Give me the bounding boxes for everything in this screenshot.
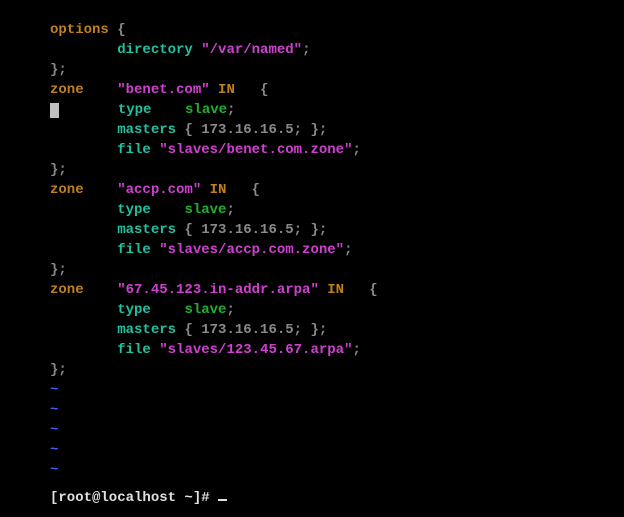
shell-prompt-line[interactable]: [root@localhost ~]# <box>50 488 624 508</box>
terminal-line: zone "benet.com" IN { <box>50 80 624 100</box>
keyword-options: options <box>50 22 109 38</box>
tilde-marker: ~ <box>50 442 58 458</box>
terminal-line: type slave; <box>50 300 624 320</box>
terminal-line: options { <box>50 20 624 40</box>
terminal-line: directory "/var/named"; <box>50 40 624 60</box>
terminal-line: masters { 173.16.16.5; }; <box>50 220 624 240</box>
terminal-line: type slave; <box>50 100 624 120</box>
terminal-line: file "slaves/accp.com.zone"; <box>50 240 624 260</box>
zone-name: "67.45.123.in-addr.arpa" <box>117 282 319 298</box>
tilde-marker: ~ <box>50 422 58 438</box>
string-literal: "slaves/accp.com.zone" <box>159 242 344 258</box>
keyword-zone: zone <box>50 182 84 198</box>
terminal-line: masters { 173.16.16.5; }; <box>50 320 624 340</box>
terminal-line: zone "accp.com" IN { <box>50 180 624 200</box>
keyword-directory: directory <box>117 42 193 58</box>
terminal-line: }; <box>50 360 624 380</box>
tilde-marker: ~ <box>50 402 58 418</box>
terminal[interactable]: options { directory "/var/named";};zone … <box>0 20 624 508</box>
tilde-marker: ~ <box>50 382 58 398</box>
shell-prompt: [root@localhost ~]# <box>50 490 218 506</box>
terminal-line: ~ <box>50 460 624 480</box>
terminal-line: ~ <box>50 440 624 460</box>
terminal-line: }; <box>50 160 624 180</box>
keyword-zone: zone <box>50 82 84 98</box>
terminal-line: type slave; <box>50 200 624 220</box>
terminal-line: file "slaves/123.45.67.arpa"; <box>50 340 624 360</box>
cursor-icon <box>218 499 227 501</box>
string-literal: "/var/named" <box>201 42 302 58</box>
terminal-line: ~ <box>50 420 624 440</box>
terminal-line: }; <box>50 260 624 280</box>
string-literal: "slaves/benet.com.zone" <box>159 142 352 158</box>
zone-name: "accp.com" <box>117 182 201 198</box>
terminal-line: }; <box>50 60 624 80</box>
zone-name: "benet.com" <box>117 82 209 98</box>
terminal-line: file "slaves/benet.com.zone"; <box>50 140 624 160</box>
string-literal: "slaves/123.45.67.arpa" <box>159 342 352 358</box>
terminal-line: masters { 173.16.16.5; }; <box>50 120 624 140</box>
cursor-icon <box>50 103 59 118</box>
terminal-line: ~ <box>50 400 624 420</box>
terminal-line: zone "67.45.123.in-addr.arpa" IN { <box>50 280 624 300</box>
tilde-marker: ~ <box>50 462 58 478</box>
terminal-line: ~ <box>50 380 624 400</box>
keyword-zone: zone <box>50 282 84 298</box>
